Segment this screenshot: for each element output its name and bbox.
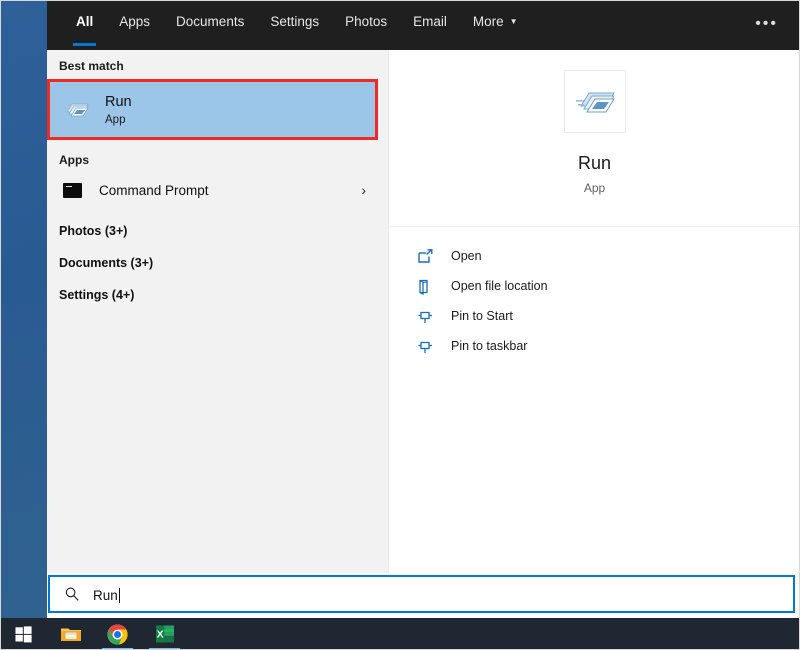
more-options-icon[interactable]: •••: [747, 0, 786, 50]
best-match-result-run[interactable]: Run App: [47, 79, 378, 140]
folder-icon: [60, 628, 81, 641]
action-label: Open: [451, 249, 482, 263]
category-row-photos[interactable]: Photos (3+): [47, 215, 388, 247]
category-label: Photos (3+): [59, 224, 128, 238]
search-box[interactable]: Run: [48, 575, 795, 613]
tab-settings[interactable]: Settings: [257, 0, 332, 50]
search-input[interactable]: Run: [93, 585, 120, 603]
action-label: Open file location: [451, 279, 548, 293]
taskbar: X: [0, 618, 800, 650]
svg-text:X: X: [156, 629, 163, 641]
best-match-title: Run: [105, 93, 132, 110]
tab-documents-label: Documents: [176, 14, 245, 29]
open-window-icon: [417, 248, 434, 265]
list-item-label: Command Prompt: [99, 182, 209, 198]
category-row-documents[interactable]: Documents (3+): [47, 247, 388, 279]
best-match-header: Best match: [59, 59, 124, 73]
run-app-icon: [63, 97, 89, 123]
tab-photos[interactable]: Photos: [332, 0, 400, 50]
chevron-down-icon: ▼: [509, 17, 518, 26]
results-left-column: Best match Run App Apps Command Prompt ›…: [47, 50, 388, 573]
search-results-body: Best match Run App Apps Command Prompt ›…: [47, 50, 800, 573]
filter-tab-list: All Apps Documents Settings Photos Email: [47, 0, 531, 50]
category-label: Documents (3+): [59, 256, 154, 270]
tab-email[interactable]: Email: [400, 0, 460, 50]
tab-all-label: All: [76, 14, 94, 29]
tab-more[interactable]: More ▼: [460, 0, 531, 50]
category-row-settings[interactable]: Settings (4+): [47, 279, 388, 311]
app-action-list: Open Open file location Pin to Start Pin…: [389, 227, 800, 361]
tab-apps-label: Apps: [119, 14, 151, 29]
search-input-value: Run: [93, 588, 118, 603]
text-caret: [118, 588, 120, 603]
search-icon: [64, 586, 80, 602]
tab-apps[interactable]: Apps: [106, 0, 163, 50]
best-match-container: Run App: [47, 79, 386, 140]
app-preview-icon-frame: [563, 70, 626, 133]
tab-photos-label: Photos: [345, 14, 388, 29]
pin-icon: [417, 308, 434, 325]
app-preview-subtitle: App: [583, 181, 606, 195]
folder-open-icon: [417, 278, 434, 295]
run-app-icon: [574, 81, 616, 123]
category-label: Settings (4+): [59, 288, 135, 302]
action-pin-to-start[interactable]: Pin to Start: [389, 301, 800, 331]
desktop-background: [0, 0, 47, 618]
taskbar-google-chrome[interactable]: [94, 618, 141, 650]
app-preview-hero: Run App: [389, 50, 800, 227]
taskbar-file-explorer[interactable]: [47, 618, 94, 650]
action-label: Pin to Start: [451, 309, 513, 323]
action-open[interactable]: Open: [389, 241, 800, 271]
apps-section-header: Apps: [59, 153, 89, 167]
results-right-column: Run App Open Open file location Pin to S…: [388, 50, 800, 573]
screenshot-root: All Apps Documents Settings Photos Email: [0, 0, 800, 650]
tab-documents[interactable]: Documents: [163, 0, 257, 50]
excel-icon: X: [155, 625, 174, 643]
action-open-file-location[interactable]: Open file location: [389, 271, 800, 301]
console-icon: [63, 182, 82, 198]
tab-email-label: Email: [413, 14, 447, 29]
taskbar-start-button[interactable]: [0, 618, 47, 650]
best-match-subtitle: App: [105, 114, 126, 127]
list-item-command-prompt[interactable]: Command Prompt ›: [47, 173, 388, 207]
tab-all[interactable]: All: [63, 0, 106, 50]
app-preview-title: Run: [577, 153, 612, 173]
chrome-icon: [107, 624, 128, 644]
search-filter-bar: All Apps Documents Settings Photos Email: [47, 0, 800, 50]
action-label: Pin to taskbar: [451, 339, 528, 353]
pin-icon: [417, 338, 434, 355]
windows-logo-icon: [15, 625, 32, 642]
tab-more-label: More: [472, 14, 504, 29]
taskbar-microsoft-excel[interactable]: X: [141, 618, 188, 650]
chevron-right-icon[interactable]: ›: [361, 182, 366, 198]
action-pin-to-taskbar[interactable]: Pin to taskbar: [389, 331, 800, 361]
tab-settings-label: Settings: [270, 14, 320, 29]
start-search-panel: All Apps Documents Settings Photos Email: [47, 0, 800, 613]
best-match-text: Run App: [105, 93, 132, 126]
